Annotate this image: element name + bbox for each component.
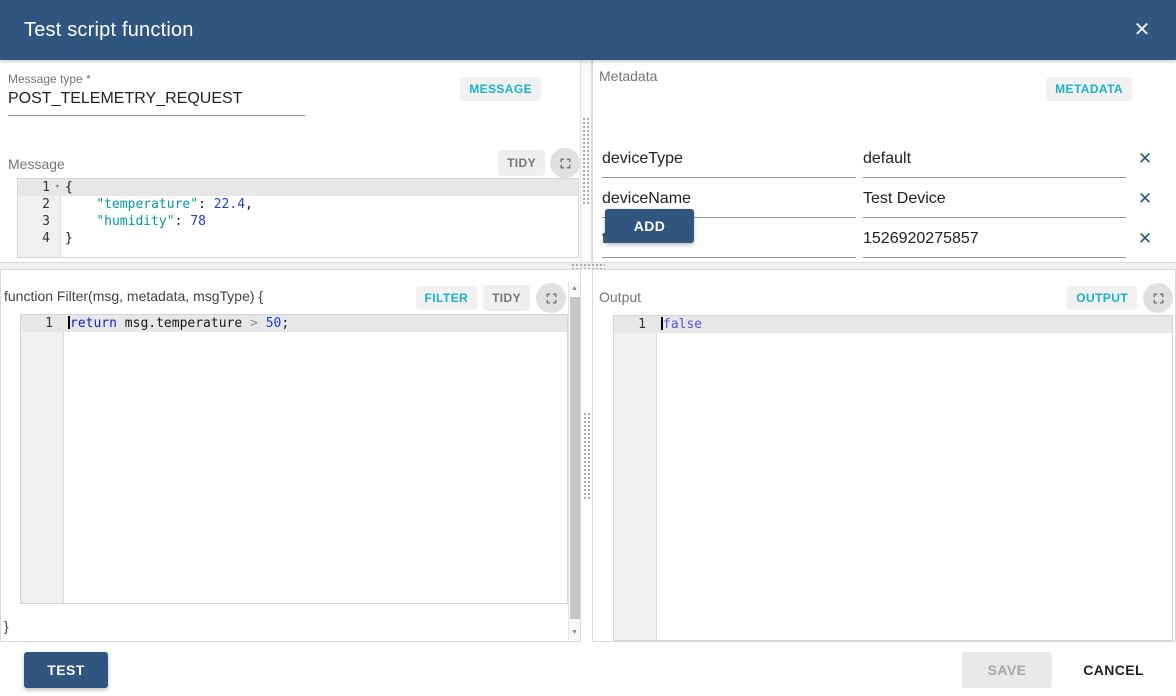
- code-line: 4}: [18, 230, 578, 247]
- test-script-dialog: Test script function ✕ Message type * ME…: [0, 0, 1176, 696]
- dialog-footer: TEST SAVE CANCEL: [0, 642, 1176, 696]
- metadata-remove-icon[interactable]: ✕: [1133, 187, 1157, 211]
- splitter-grip-icon: [583, 412, 591, 500]
- code-token: 22.4: [214, 197, 245, 212]
- code-token: ;: [281, 316, 289, 331]
- code-token: :: [198, 197, 214, 212]
- code-token: "humidity": [96, 214, 174, 229]
- code-token: {: [65, 180, 73, 195]
- vertical-splitter-top[interactable]: [580, 60, 592, 262]
- message-section: Message type * MESSAGE Message TIDY 1▾ {2…: [0, 60, 580, 262]
- line-number: 1▾: [18, 179, 60, 196]
- save-button[interactable]: SAVE: [962, 652, 1052, 688]
- filter-code-editor[interactable]: 1 return msg.temperature > 50;: [20, 314, 568, 604]
- line-number: 1: [21, 315, 63, 332]
- test-button[interactable]: TEST: [24, 652, 108, 688]
- code-token: 78: [190, 214, 206, 229]
- output-section: Output OUTPUT 1 false: [592, 269, 1176, 642]
- code-token: }: [65, 231, 73, 246]
- splitter-grip-icon: [571, 263, 605, 269]
- metadata-section: Metadata METADATA ✕ ✕ ✕ ADD: [592, 60, 1176, 262]
- filter-badge: FILTER: [416, 286, 478, 310]
- code-line: 1 return msg.temperature > 50;: [21, 315, 567, 332]
- message-tidy-button[interactable]: TIDY: [498, 150, 545, 176]
- message-actions: TIDY: [498, 148, 580, 178]
- metadata-row: ✕: [593, 144, 1176, 184]
- filter-function-signature: function Filter(msg, metadata, msgType) …: [4, 288, 263, 304]
- metadata-label: Metadata: [599, 68, 657, 84]
- filter-fullscreen-icon[interactable]: [536, 283, 566, 313]
- code-token: false: [663, 317, 702, 332]
- code-token: [258, 316, 266, 331]
- code-token: 50: [266, 316, 282, 331]
- code-token: return: [70, 316, 117, 331]
- metadata-value-input[interactable]: [863, 150, 1126, 178]
- line-number: 1: [614, 316, 656, 333]
- code-token: ,: [245, 197, 253, 212]
- fold-arrow-icon[interactable]: ▾: [55, 179, 60, 196]
- metadata-value-input[interactable]: [863, 230, 1126, 258]
- message-code-editor[interactable]: 1▾{2 "temperature": 22.4,3 "humidity": 7…: [17, 178, 579, 258]
- output-actions: OUTPUT: [1067, 283, 1173, 313]
- cancel-button[interactable]: CANCEL: [1075, 652, 1152, 688]
- add-button[interactable]: ADD: [605, 209, 694, 243]
- metadata-badge: METADATA: [1046, 77, 1132, 101]
- line-number: 4: [18, 230, 60, 247]
- metadata-key-input[interactable]: [602, 150, 856, 178]
- output-label: Output: [599, 289, 641, 305]
- code-token: msg.temperature: [117, 316, 250, 331]
- message-label: Message: [8, 156, 65, 172]
- filter-actions: FILTER TIDY: [416, 283, 566, 313]
- output-badge: OUTPUT: [1067, 286, 1137, 310]
- code-token: :: [175, 214, 191, 229]
- scroll-down-icon[interactable]: ▼: [569, 627, 580, 639]
- message-type-label: Message type *: [8, 72, 91, 86]
- metadata-remove-icon[interactable]: ✕: [1133, 147, 1157, 171]
- metadata-rows: ✕ ✕ ✕: [593, 144, 1176, 264]
- scroll-up-icon[interactable]: ▲: [569, 283, 580, 295]
- code-line: 2 "temperature": 22.4,: [18, 196, 578, 213]
- message-type-input[interactable]: [8, 88, 305, 116]
- code-token: [65, 197, 96, 212]
- line-number: 3: [18, 213, 60, 230]
- output-code-editor[interactable]: 1 false: [613, 315, 1173, 641]
- code-line: 1▾ {: [18, 179, 578, 196]
- metadata-value-input[interactable]: [863, 190, 1126, 218]
- filter-scrollbar[interactable]: ▲ ▼: [568, 282, 580, 640]
- filter-function-section: function Filter(msg, metadata, msgType) …: [0, 269, 581, 642]
- message-badge: MESSAGE: [460, 77, 541, 101]
- output-fullscreen-icon[interactable]: [1143, 283, 1173, 313]
- dialog-header: Test script function ✕: [0, 0, 1176, 60]
- line-number: 2: [18, 196, 60, 213]
- vertical-splitter-bottom[interactable]: [581, 269, 592, 642]
- code-line: 3 "humidity": 78: [18, 213, 578, 230]
- code-token: >: [250, 316, 258, 331]
- close-icon[interactable]: ✕: [1128, 16, 1156, 44]
- code-token: [65, 214, 96, 229]
- metadata-remove-icon[interactable]: ✕: [1133, 227, 1157, 251]
- filter-function-closing-brace: }: [4, 618, 9, 634]
- code-token: "temperature": [96, 197, 198, 212]
- scrollbar-thumb[interactable]: [570, 297, 580, 619]
- message-fullscreen-icon[interactable]: [550, 148, 580, 178]
- splitter-grip-icon: [582, 117, 590, 205]
- dialog-title: Test script function: [24, 19, 1128, 42]
- code-line: 1 false: [614, 316, 1172, 333]
- filter-tidy-button[interactable]: TIDY: [483, 285, 530, 311]
- horizontal-splitter[interactable]: [0, 262, 1176, 269]
